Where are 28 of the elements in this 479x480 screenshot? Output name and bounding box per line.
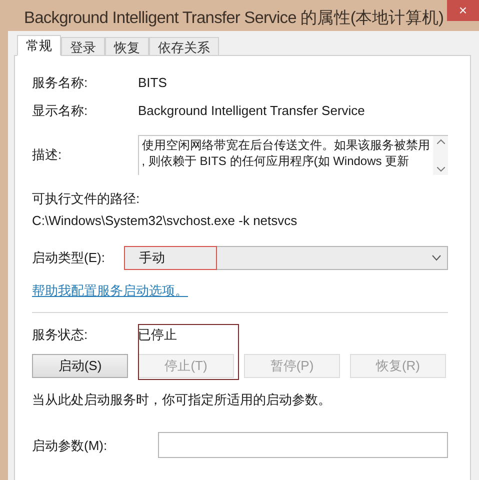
tab[interactable]: 常规 [17, 34, 61, 56]
status-text: 已停止 [138, 326, 177, 344]
scroll-up-icon[interactable] [436, 138, 444, 144]
field-value: Background Intelligent Transfer Service [138, 102, 365, 120]
description-line: , 则依赖于 BITS 的任何应用程序(如 Windows 更新 [142, 152, 410, 169]
tab[interactable]: 恢复 [105, 36, 149, 55]
field-label: 启动类型(E): [32, 249, 106, 267]
tab[interactable]: 登录 [61, 36, 105, 55]
window-title: Background Intelligent Transfer Service 的属性(本地计算机) [23, 8, 444, 29]
field-label: 启动参数(M): [32, 436, 108, 455]
field-label: 显示名称: [32, 102, 89, 120]
field-value: BITS [138, 74, 167, 92]
scrollbar[interactable] [433, 136, 448, 175]
scroll-down-icon[interactable] [436, 166, 444, 172]
field-label: 服务状态: [32, 326, 89, 344]
help-link[interactable]: 帮助我配置服务启动选项。 [32, 280, 188, 300]
startup-type-dropdown[interactable]: 手动 [124, 246, 448, 270]
field-label: 服务名称: [32, 74, 89, 92]
path-text: C:\Windows\System32\svchost.exe -k netsvcs [32, 212, 298, 230]
note-text: 当从此处启动服务时，你可指定所适用的启动参数。 [32, 390, 332, 409]
tab[interactable]: 依存关系 [149, 36, 219, 55]
field-label: 描述: [32, 146, 63, 164]
start-parameters-field[interactable] [158, 432, 448, 458]
action-button[interactable]: 启动(S) [32, 354, 128, 378]
field-label: 可执行文件的路径: [32, 190, 141, 208]
chevron-down-icon [432, 254, 441, 261]
close-button[interactable]: × [447, 0, 479, 21]
description-line: 使用空闲网络带宽在后台传送文件。如果该服务被禁用 [142, 136, 431, 153]
